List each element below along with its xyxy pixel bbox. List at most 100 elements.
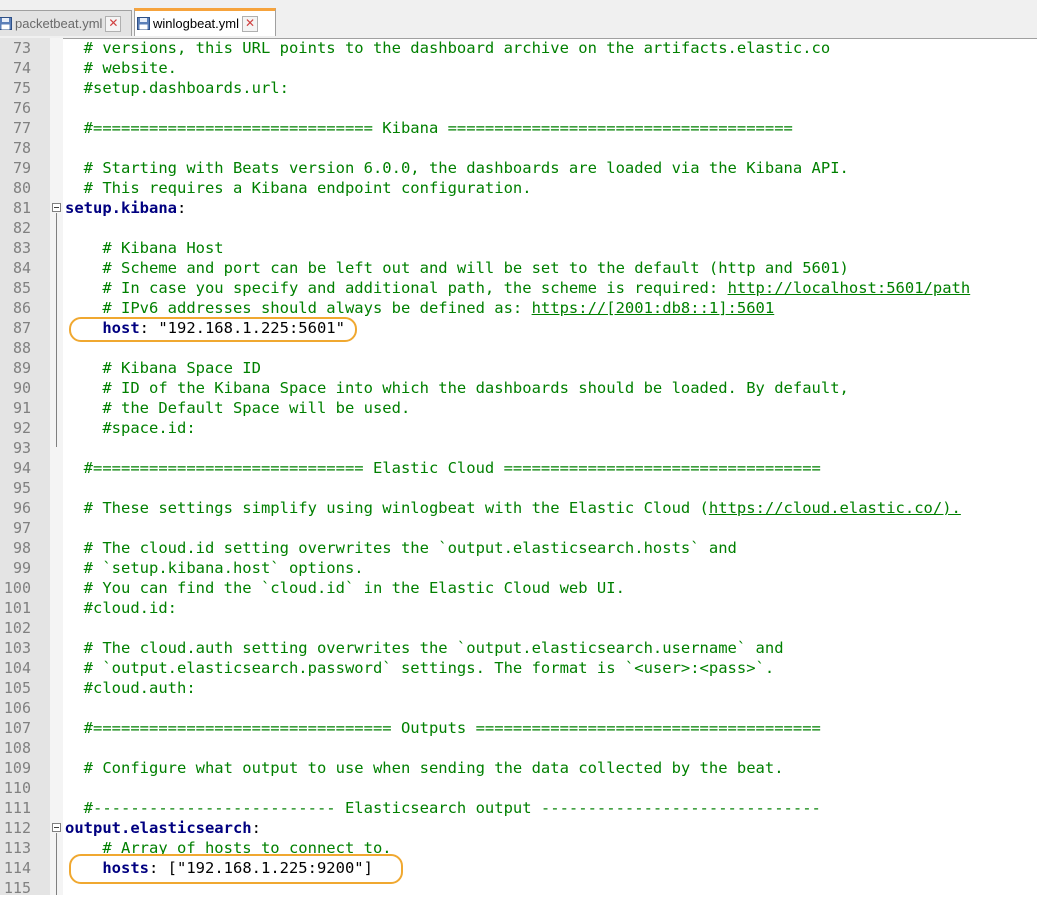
- code-line[interactable]: 92 #space.id:: [0, 418, 1037, 438]
- code-line[interactable]: 96 # These settings simplify using winlo…: [0, 498, 1037, 518]
- comment-text: # These settings simplify using winlogbe…: [65, 499, 709, 517]
- line-text: #space.id:: [65, 418, 195, 438]
- url-link[interactable]: https://[2001:db8::1]:5601: [532, 299, 775, 317]
- code-line[interactable]: 86 # IPv6 addresses should always be def…: [0, 298, 1037, 318]
- line-number: 104: [3, 659, 31, 677]
- line-number: 96: [12, 499, 31, 517]
- code-line[interactable]: 105 #cloud.auth:: [0, 678, 1037, 698]
- line-text: # Starting with Beats version 6.0.0, the…: [65, 158, 849, 178]
- code-line[interactable]: 99 # `setup.kibana.host` options.: [0, 558, 1037, 578]
- line-number: 110: [3, 779, 31, 797]
- code-line[interactable]: 100 # You can find the `cloud.id` in the…: [0, 578, 1037, 598]
- comment-text: # In case you specify and additional pat…: [65, 279, 728, 297]
- code-editor[interactable]: 73 # versions, this URL points to the da…: [0, 38, 1037, 897]
- code-line[interactable]: 106: [0, 698, 1037, 718]
- code-line[interactable]: 95: [0, 478, 1037, 498]
- yaml-key: setup.kibana: [65, 199, 177, 217]
- code-line[interactable]: 80 # This requires a Kibana endpoint con…: [0, 178, 1037, 198]
- code-line[interactable]: 98 # The cloud.id setting overwrites the…: [0, 538, 1037, 558]
- es-hosts-highlight: [69, 854, 403, 884]
- code-line[interactable]: 91 # the Default Space will be used.: [0, 398, 1037, 418]
- line-number: 109: [3, 759, 31, 777]
- value-text: :: [176, 199, 187, 217]
- comment-text: # versions, this URL points to the dashb…: [65, 39, 831, 57]
- comment-text: #cloud.auth:: [65, 679, 196, 697]
- code-line[interactable]: 102: [0, 618, 1037, 638]
- code-line[interactable]: 74 # website.: [0, 58, 1037, 78]
- line-number: 88: [12, 339, 31, 357]
- fold-toggle-icon[interactable]: [52, 823, 61, 832]
- line-text: # Configure what output to use when send…: [65, 758, 784, 778]
- code-line[interactable]: 112 output.elasticsearch:: [0, 818, 1037, 838]
- line-text: # versions, this URL points to the dashb…: [65, 38, 831, 58]
- line-number: 113: [3, 839, 31, 857]
- line-number: 90: [12, 379, 31, 397]
- line-number: 80: [12, 179, 31, 197]
- code-line[interactable]: 81 setup.kibana:: [0, 198, 1037, 218]
- yaml-key: output.elasticsearch: [65, 819, 252, 837]
- code-line[interactable]: 90 # ID of the Kibana Space into which t…: [0, 378, 1037, 398]
- tab-winlogbeat[interactable]: winlogbeat.yml ✕: [134, 8, 276, 36]
- code-line[interactable]: 104 # `output.elasticsearch.password` se…: [0, 658, 1037, 678]
- code-line[interactable]: 75 #setup.dashboards.url:: [0, 78, 1037, 98]
- code-line[interactable]: 82: [0, 218, 1037, 238]
- code-line[interactable]: 85 # In case you specify and additional …: [0, 278, 1037, 298]
- tab-packetbeat[interactable]: packetbeat.yml ✕: [0, 10, 132, 36]
- line-number: 92: [12, 419, 31, 437]
- line-number: 84: [12, 259, 31, 277]
- comment-text: # `output.elasticsearch.password` settin…: [65, 659, 775, 677]
- line-text: # `output.elasticsearch.password` settin…: [65, 658, 775, 678]
- code-line[interactable]: 94 #============================= Elasti…: [0, 458, 1037, 478]
- fold-guide: [56, 833, 57, 895]
- line-number: 107: [3, 719, 31, 737]
- close-icon[interactable]: ✕: [105, 15, 122, 32]
- line-number: 98: [12, 539, 31, 557]
- code-line[interactable]: 103 # The cloud.auth setting overwrites …: [0, 638, 1037, 658]
- line-number: 97: [12, 519, 31, 537]
- url-link[interactable]: http://localhost:5601/path: [728, 279, 971, 297]
- line-text: # The cloud.auth setting overwrites the …: [65, 638, 784, 658]
- comment-text: #-------------------------- Elasticsearc…: [65, 799, 821, 817]
- line-text: # Kibana Space ID: [65, 358, 261, 378]
- line-number: 81: [12, 199, 31, 217]
- close-icon[interactable]: ✕: [242, 15, 258, 32]
- line-number: 73: [12, 39, 31, 57]
- line-number: 103: [3, 639, 31, 657]
- code-line[interactable]: 79 # Starting with Beats version 6.0.0, …: [0, 158, 1037, 178]
- code-line[interactable]: 84 # Scheme and port can be left out and…: [0, 258, 1037, 278]
- code-line[interactable]: 107 #================================ Ou…: [0, 718, 1037, 738]
- line-number: 89: [12, 359, 31, 377]
- tab-label: packetbeat.yml: [15, 16, 103, 31]
- line-text: #================================ Output…: [65, 718, 821, 738]
- line-text: # The cloud.id setting overwrites the `o…: [65, 538, 737, 558]
- code-line[interactable]: 83 # Kibana Host: [0, 238, 1037, 258]
- line-number: 76: [12, 99, 31, 117]
- line-number: 111: [3, 799, 31, 817]
- code-line[interactable]: 110: [0, 778, 1037, 798]
- tab-label: winlogbeat.yml: [153, 16, 239, 31]
- line-number: 75: [12, 79, 31, 97]
- line-text: # website.: [65, 58, 177, 78]
- code-line[interactable]: 93: [0, 438, 1037, 458]
- file-saved-icon: [137, 17, 150, 30]
- fold-guide: [56, 213, 57, 447]
- comment-text: # IPv6 addresses should always be define…: [65, 299, 532, 317]
- code-line[interactable]: 78: [0, 138, 1037, 158]
- comment-text: # The cloud.id setting overwrites the `o…: [65, 539, 737, 557]
- code-line[interactable]: 89 # Kibana Space ID: [0, 358, 1037, 378]
- code-line[interactable]: 77 #============================== Kiban…: [0, 118, 1037, 138]
- url-link[interactable]: https://cloud.elastic.co/).: [709, 499, 961, 517]
- comment-text: # website.: [65, 59, 177, 77]
- code-line[interactable]: 111 #-------------------------- Elastics…: [0, 798, 1037, 818]
- line-number: 101: [3, 599, 31, 617]
- comment-text: # Configure what output to use when send…: [65, 759, 784, 777]
- comment-text: # ID of the Kibana Space into which the …: [65, 379, 849, 397]
- code-line[interactable]: 101 #cloud.id:: [0, 598, 1037, 618]
- code-line[interactable]: 73 # versions, this URL points to the da…: [0, 38, 1037, 58]
- code-line[interactable]: 108: [0, 738, 1037, 758]
- code-line[interactable]: 109 # Configure what output to use when …: [0, 758, 1037, 778]
- line-text: #-------------------------- Elasticsearc…: [65, 798, 821, 818]
- code-line[interactable]: 76: [0, 98, 1037, 118]
- fold-toggle-icon[interactable]: [52, 203, 61, 212]
- code-line[interactable]: 97: [0, 518, 1037, 538]
